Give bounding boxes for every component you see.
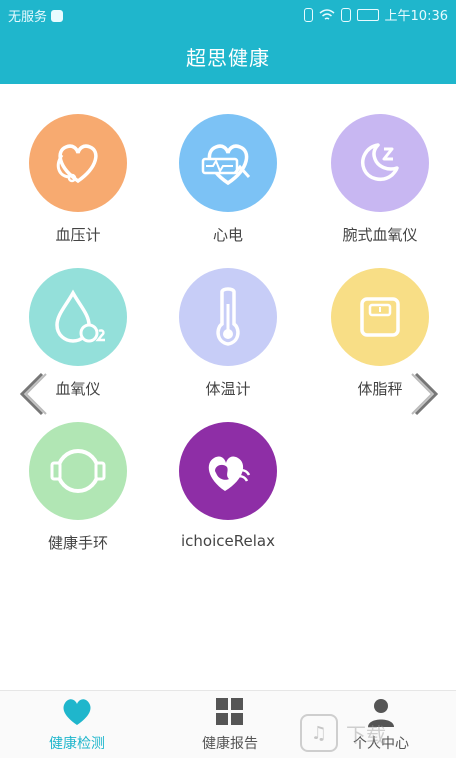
- relax-heart-icon: [208, 456, 251, 491]
- device-label: 健康手环: [47, 534, 108, 552]
- device-icon-circle: [29, 268, 127, 366]
- ecg-heart-icon: [201, 144, 251, 186]
- tab-health-report[interactable]: 健康报告: [155, 697, 305, 753]
- device-icon-circle: [179, 422, 277, 520]
- device-thermometer[interactable]: 体温计: [158, 268, 298, 399]
- heart-icon: [63, 699, 91, 725]
- tab-label: 健康检测: [49, 736, 105, 752]
- grid-icon: [216, 698, 243, 725]
- scale-icon: [360, 297, 400, 337]
- device-icon-circle: [179, 114, 277, 212]
- oxygen-drop-icon: [55, 289, 105, 343]
- wristband-icon: [50, 449, 106, 493]
- device-blood-pressure[interactable]: 血压计: [8, 114, 148, 245]
- tab-label: 健康报告: [202, 736, 258, 752]
- tab-health-check[interactable]: 健康检测: [2, 697, 152, 753]
- notification-icon: [51, 9, 64, 22]
- watermark-logo-icon: ♫: [300, 714, 338, 752]
- device-label: ichoiceRelax: [181, 532, 275, 550]
- page-title: 超思健康: [186, 45, 270, 70]
- sim-icon: [340, 7, 351, 22]
- device-icon-circle: [29, 422, 127, 520]
- device-ichoice-relax[interactable]: ichoiceRelax: [158, 422, 298, 550]
- device-label: 心电: [212, 226, 243, 244]
- vibrate-icon: [303, 7, 313, 22]
- device-wrist-oximeter[interactable]: 腕式血氧仪: [310, 114, 450, 245]
- watermark-text: 下载: [346, 722, 386, 747]
- moon-sleep-icon: [361, 143, 399, 181]
- device-label: 血压计: [55, 226, 101, 244]
- device-label: 腕式血氧仪: [342, 226, 418, 244]
- device-icon-circle: [331, 268, 429, 366]
- thermometer-icon: [216, 287, 240, 346]
- next-page-arrow[interactable]: [410, 370, 444, 418]
- battery-icon: [356, 8, 379, 21]
- status-bar: 无服务 上午10:36: [0, 0, 456, 28]
- stethoscope-heart-icon: [56, 144, 98, 184]
- clock-text: 上午10:36: [384, 9, 448, 24]
- carrier-text: 无服务: [8, 10, 48, 25]
- device-icon-circle: [331, 114, 429, 212]
- device-ecg[interactable]: 心电: [158, 114, 298, 245]
- title-bar: 超思健康: [0, 28, 456, 84]
- bottom-tab-bar: 健康检测 健康报告 个人中心: [0, 690, 456, 758]
- previous-page-arrow[interactable]: [14, 370, 48, 418]
- device-label: 体温计: [205, 380, 251, 398]
- device-icon-circle: [179, 268, 277, 366]
- watermark: ♫ 下载: [300, 714, 386, 752]
- wifi-icon: [319, 8, 335, 20]
- device-health-band[interactable]: 健康手环: [8, 422, 148, 553]
- device-icon-circle: [29, 114, 127, 212]
